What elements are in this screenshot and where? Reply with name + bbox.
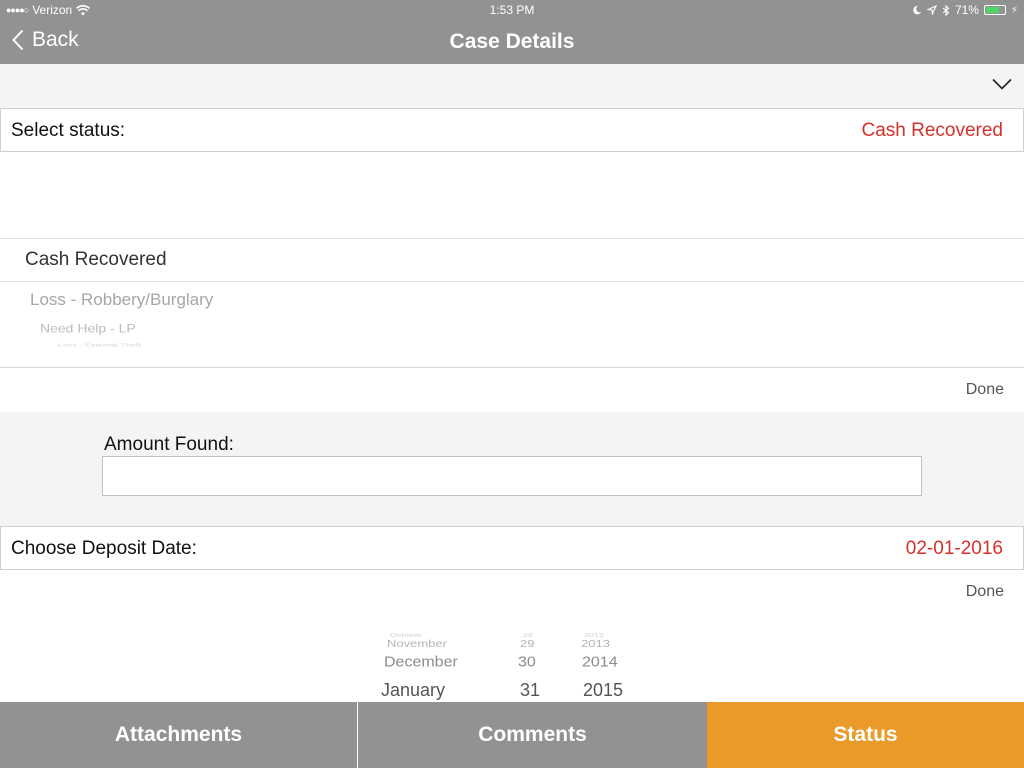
day-option[interactable]: 29 xyxy=(520,638,534,649)
details-collapse-row[interactable] xyxy=(0,64,1024,108)
amount-panel: Amount Found: xyxy=(0,412,1024,526)
status-done-row: Done xyxy=(0,367,1024,411)
moon-icon xyxy=(913,5,922,15)
page-title: Case Details xyxy=(449,30,575,53)
navigation-bar: Back Case Details xyxy=(0,20,1024,64)
month-option[interactable]: December xyxy=(384,655,458,671)
location-arrow-icon xyxy=(926,5,937,15)
year-option[interactable]: 2013 xyxy=(581,638,610,649)
date-done-button[interactable]: Done xyxy=(966,583,1004,601)
picker-option[interactable]: Need Help - LP xyxy=(40,321,136,335)
case-details-screen: ●●●●○ Verizon 1:53 PM 71% ⚡︎ Back Case D… xyxy=(0,0,1024,768)
picker-option[interactable]: Loss - External Theft xyxy=(58,343,141,348)
status-bar-right: 71% ⚡︎ xyxy=(912,3,1018,17)
select-status-row[interactable]: Select status: Cash Recovered xyxy=(0,108,1024,152)
bottom-tab-bar: Attachments Comments Status xyxy=(0,702,1024,768)
selected-status-value[interactable]: Cash Recovered xyxy=(861,120,1003,142)
month-option[interactable]: November xyxy=(387,638,447,649)
amount-found-label: Amount Found: xyxy=(104,434,234,455)
picker-option[interactable]: Loss - Robbery/Burglary xyxy=(30,290,213,310)
deposit-date-value[interactable]: 02-01-2016 xyxy=(906,538,1003,560)
status-done-button[interactable]: Done xyxy=(966,381,1004,399)
charging-bolt-icon: ⚡︎ xyxy=(1010,4,1018,16)
picker-option-selected[interactable]: Cash Recovered xyxy=(25,249,167,271)
top-bar: ●●●●○ Verizon 1:53 PM 71% ⚡︎ Back Case D… xyxy=(0,0,1024,64)
deposit-date-label: Choose Deposit Date: xyxy=(11,538,197,559)
tab-comments[interactable]: Comments xyxy=(358,702,707,768)
year-option[interactable]: 2015 xyxy=(583,680,623,701)
date-picker[interactable]: October 28 2012 November 29 2013 Decembe… xyxy=(0,614,1024,702)
status-time: 1:53 PM xyxy=(489,3,535,17)
day-option[interactable]: 30 xyxy=(518,655,536,671)
day-option[interactable]: 31 xyxy=(520,680,540,701)
select-status-label: Select status: xyxy=(11,120,126,141)
month-option[interactable]: January xyxy=(381,680,445,701)
chevron-down-icon[interactable] xyxy=(992,78,1012,90)
status-picker[interactable]: Cash Recovered Loss - Robbery/Burglary N… xyxy=(0,152,1024,368)
date-done-row: Done xyxy=(0,570,1024,614)
amount-found-input[interactable] xyxy=(102,456,922,496)
deposit-date-row[interactable]: Choose Deposit Date: 02-01-2016 xyxy=(0,526,1024,570)
year-option[interactable]: 2014 xyxy=(582,655,618,671)
tab-attachments[interactable]: Attachments xyxy=(0,702,358,768)
bluetooth-icon xyxy=(942,4,950,16)
battery-icon xyxy=(983,5,1006,15)
battery-level-fill xyxy=(985,7,999,13)
tab-status[interactable]: Status xyxy=(707,702,1024,768)
battery-percent: 71% xyxy=(954,3,979,17)
status-bar: ●●●●○ Verizon 1:53 PM 71% ⚡︎ xyxy=(0,0,1024,20)
